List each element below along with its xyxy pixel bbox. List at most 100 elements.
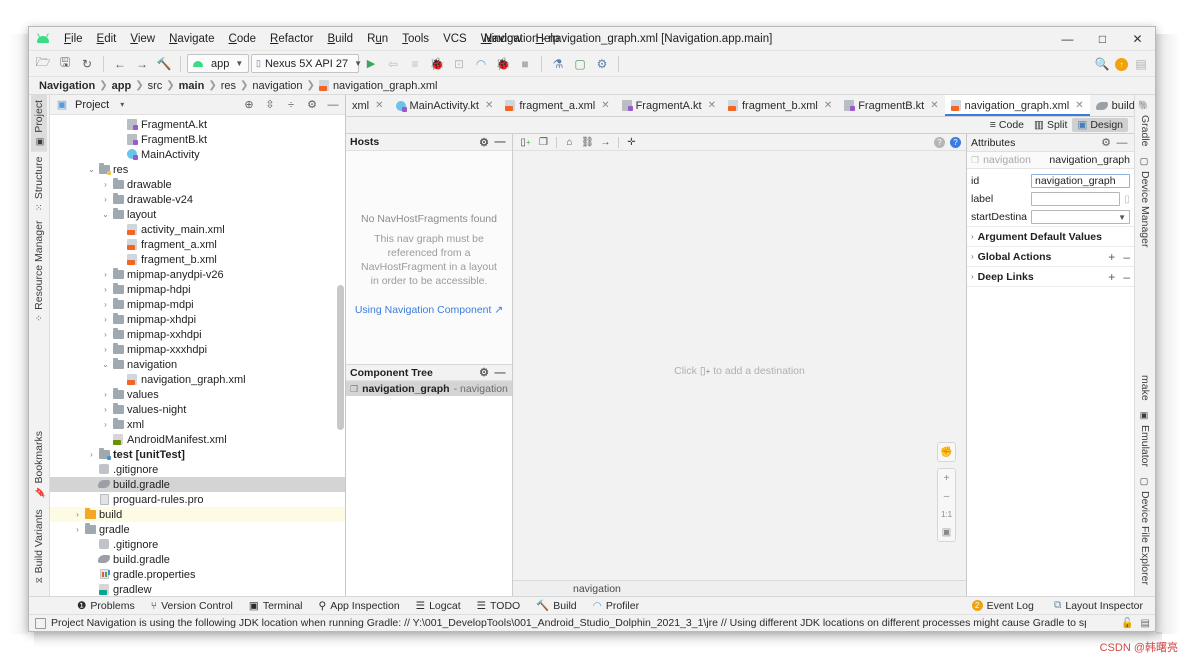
run-icon[interactable]: ▶	[361, 54, 381, 74]
start-destination-select[interactable]: ▼	[1031, 210, 1130, 224]
breadcrumb-item-4[interactable]: res	[217, 80, 240, 92]
minimize-icon[interactable]: —	[492, 134, 508, 150]
bottom-tab-app-inspection[interactable]: ⚲ App Inspection	[311, 597, 408, 615]
new-nested-graph-icon[interactable]: ❐	[535, 135, 552, 150]
tree-node[interactable]: proguard-rules.pro	[50, 492, 345, 507]
minimize-icon[interactable]: —	[492, 365, 508, 381]
sidebar-item-project[interactable]: ▣ Project	[31, 95, 47, 152]
zoom-to-fit-icon[interactable]: ▣	[937, 523, 956, 541]
editor-tab-fragmenta-kt[interactable]: FragmentA.kt ✕	[616, 95, 722, 116]
tab-code[interactable]: ≡ Code	[985, 118, 1029, 132]
settings-icon[interactable]: ⚙	[304, 97, 320, 113]
section-argument-default-values[interactable]: › Argument Default Values	[967, 226, 1134, 246]
editor-tab-navigation-graph-xml[interactable]: navigation_graph.xml ✕	[944, 95, 1090, 116]
sidebar-item-resource-manager[interactable]: ⁘ Resource Manager	[31, 216, 47, 327]
nav-graph-canvas[interactable]: Click ▯+ to add a destination ✊ + – 1:1 …	[513, 151, 966, 580]
gear-icon[interactable]: ⚙	[1098, 135, 1114, 151]
zoom-actual-size-button[interactable]: 1:1	[937, 505, 956, 523]
module-selector[interactable]: app ▼	[187, 54, 249, 73]
remove-deep-link-button[interactable]: –	[1123, 270, 1130, 284]
sidebar-item-make[interactable]: make	[1137, 370, 1153, 406]
tree-expand-arrow[interactable]: ›	[100, 330, 111, 339]
tree-expand-arrow[interactable]: ›	[100, 405, 111, 414]
bottom-tab-event-log[interactable]: 2 Event Log	[964, 597, 1042, 615]
tree-node[interactable]: › xml	[50, 417, 345, 432]
forward-arrow-icon[interactable]: →	[132, 54, 152, 74]
breadcrumb-item-3[interactable]: main	[175, 80, 209, 92]
bottom-tab-version-control[interactable]: ⑂ Version Control	[143, 597, 241, 615]
sdk-manager-icon[interactable]: ⚗	[548, 54, 568, 74]
tree-node[interactable]: › drawable	[50, 177, 345, 192]
tree-expand-arrow[interactable]: ›	[100, 180, 111, 189]
tree-expand-arrow[interactable]: ⌄	[100, 360, 111, 369]
profiler-icon[interactable]: ◠	[471, 54, 491, 74]
menu-vcs[interactable]: VCS	[436, 31, 474, 47]
minimize-button[interactable]: —	[1050, 27, 1085, 51]
tree-node[interactable]: ⌄ navigation	[50, 357, 345, 372]
editor-tab-fragment-b-xml[interactable]: fragment_b.xml ✕	[722, 95, 838, 116]
lock-icon[interactable]: 🔓	[1121, 618, 1133, 629]
tree-node[interactable]: › mipmap-xxhdpi	[50, 327, 345, 342]
sidebar-item-bookmarks[interactable]: 🔖 Bookmarks	[31, 426, 47, 504]
tree-node[interactable]: fragment_b.xml	[50, 252, 345, 267]
menu-code[interactable]: Code	[222, 31, 264, 47]
tree-expand-arrow[interactable]: ›	[86, 450, 97, 459]
tree-node[interactable]: gradle.properties	[50, 567, 345, 582]
project-tree[interactable]: FragmentA.kt FragmentB.kt MainActivity ⌄ res…	[50, 115, 345, 596]
tree-expand-arrow[interactable]: ›	[100, 390, 111, 399]
tree-node[interactable]: MainActivity	[50, 147, 345, 162]
add-deep-link-button[interactable]: +	[1108, 270, 1115, 284]
bottom-tab-terminal[interactable]: ▣ Terminal	[241, 597, 311, 615]
tree-expand-arrow[interactable]: ›	[100, 315, 111, 324]
breadcrumb-item-2[interactable]: src	[144, 80, 167, 92]
editor-tab-fragment-a-xml[interactable]: fragment_a.xml ✕	[499, 95, 615, 116]
zoom-in-button[interactable]: +	[937, 469, 956, 487]
tab-design[interactable]: ▣ Design	[1072, 118, 1128, 132]
tree-node[interactable]: build.gradle	[50, 477, 345, 492]
stop-icon[interactable]: ■	[515, 54, 535, 74]
tree-node[interactable]: gradlew	[50, 582, 345, 596]
add-argument-icon[interactable]: ✛	[623, 135, 640, 150]
remove-global-action-button[interactable]: –	[1123, 250, 1130, 264]
breadcrumb-item-0[interactable]: Navigation	[35, 80, 99, 92]
set-start-destination-icon[interactable]: ⌂	[561, 135, 578, 150]
save-icon[interactable]: 🖫	[55, 54, 75, 74]
tree-node[interactable]: fragment_a.xml	[50, 237, 345, 252]
breadcrumb-item-1[interactable]: app	[108, 80, 136, 92]
tree-node[interactable]: › gradle	[50, 522, 345, 537]
tree-node[interactable]: ⌄ res	[50, 162, 345, 177]
debug-icon[interactable]: 🐞	[427, 54, 447, 74]
tree-expand-arrow[interactable]: ›	[72, 525, 83, 534]
tree-node[interactable]: › mipmap-xxxhdpi	[50, 342, 345, 357]
menu-edit[interactable]: Edit	[90, 31, 124, 47]
sidebar-item-device-manager[interactable]: ▢ Device Manager	[1137, 152, 1153, 252]
hammer-icon[interactable]: 🔨	[154, 54, 174, 74]
bottom-tab-build[interactable]: 🔨 Build	[528, 597, 584, 615]
menu-navigate[interactable]: Navigate	[162, 31, 221, 47]
tab-split[interactable]: ▥ Split	[1029, 118, 1072, 132]
info-icon[interactable]: ?	[934, 137, 945, 148]
apply-changes-icon[interactable]: ⇦	[383, 54, 403, 74]
bottom-tab-profiler[interactable]: ◠ Profiler	[585, 597, 647, 615]
sidebar-item-build-variants[interactable]: ⧖ Build Variants	[31, 504, 47, 588]
editor-tab-mainactivity-kt[interactable]: MainActivity.kt ✕	[390, 95, 500, 116]
help-icon[interactable]: ?	[950, 137, 961, 148]
close-icon[interactable]: ✕	[930, 100, 938, 111]
menu-run[interactable]: Run	[360, 31, 395, 47]
collapse-all-icon[interactable]: ÷	[283, 97, 299, 113]
breadcrumb-item-6[interactable]: navigation_graph.xml	[329, 80, 442, 92]
tree-expand-arrow[interactable]: ⌄	[86, 165, 97, 174]
breadcrumb-item-5[interactable]: navigation	[248, 80, 306, 92]
tree-node[interactable]: › values-night	[50, 402, 345, 417]
tree-node[interactable]: ⌄ layout	[50, 207, 345, 222]
close-icon[interactable]: ✕	[601, 100, 609, 111]
gear-icon[interactable]: ⚙	[476, 134, 492, 150]
apply-code-changes-icon[interactable]: ≡	[405, 54, 425, 74]
menu-refactor[interactable]: Refactor	[263, 31, 320, 47]
tree-expand-arrow[interactable]: ›	[100, 420, 111, 429]
tree-node[interactable]: › mipmap-hdpi	[50, 282, 345, 297]
resource-picker-icon[interactable]: ▯	[1124, 194, 1130, 205]
section-deep-links[interactable]: › Deep Links + –	[967, 266, 1134, 286]
update-available-icon[interactable]: ↑	[1115, 57, 1128, 71]
tree-expand-arrow[interactable]: ›	[100, 285, 111, 294]
